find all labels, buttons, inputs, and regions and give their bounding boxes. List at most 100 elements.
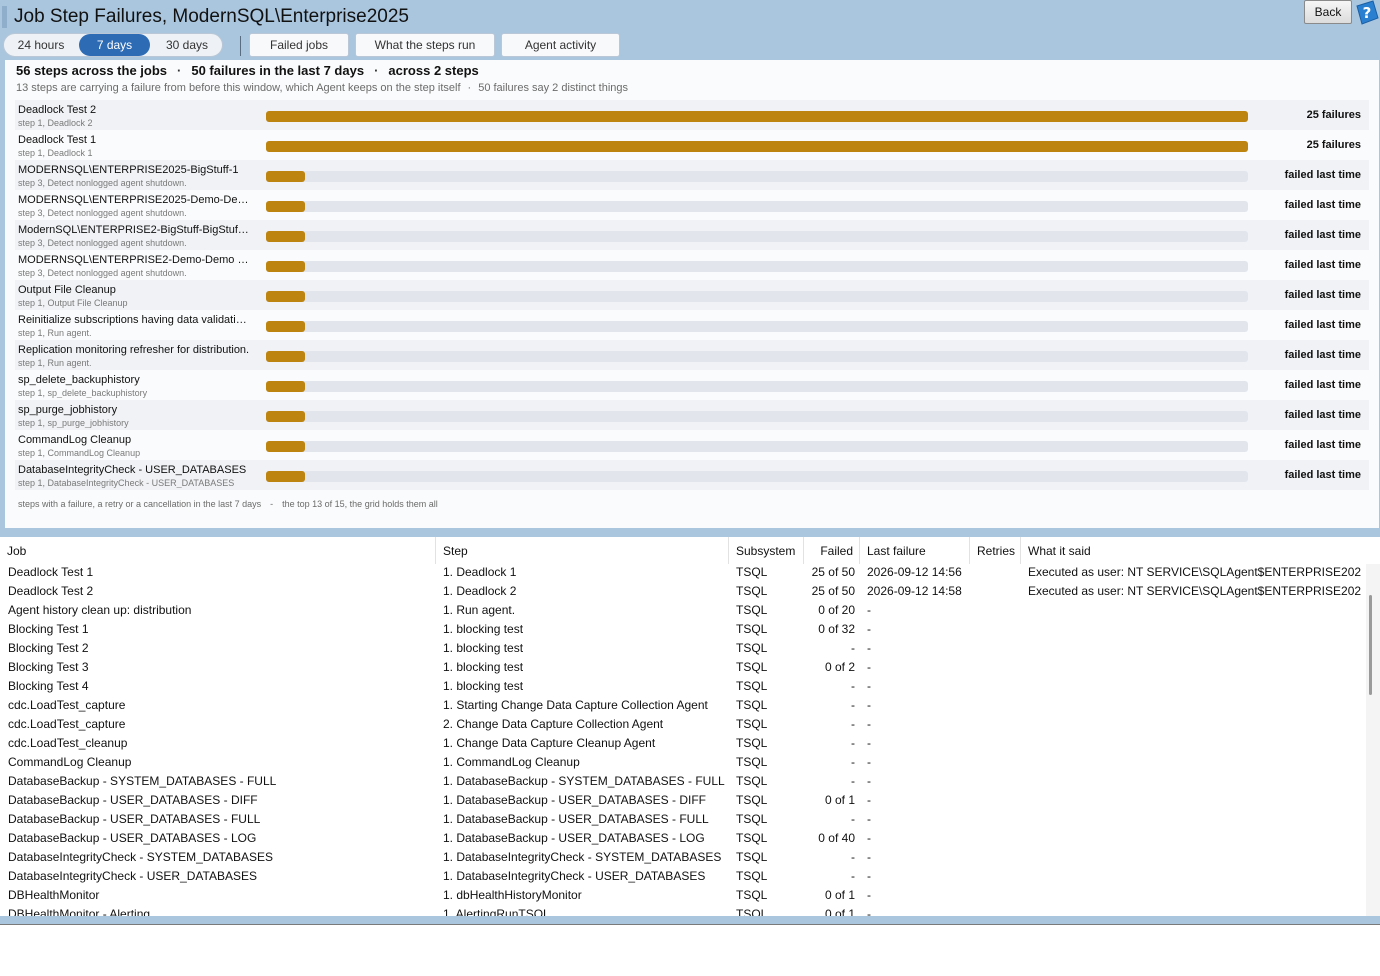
table-row[interactable]: Deadlock Test 2 1. Deadlock 2 TSQL 25 of 50… (0, 582, 1366, 601)
range-selector: 24 hours 7 days 30 days (3, 33, 223, 57)
cell-subsystem: TSQL (736, 888, 768, 902)
cell-subsystem: TSQL (736, 717, 768, 731)
cell-subsystem: TSQL (736, 850, 768, 864)
failure-bar (266, 351, 305, 362)
table-row[interactable]: DBHealthMonitor - Alerting 1. AlertingRun… (0, 905, 1366, 916)
failure-bar-row[interactable]: sp_purge_jobhistory step 1, sp_purge_jobh… (15, 400, 1369, 430)
cell-last-failure: - (867, 603, 871, 617)
column-header-what-it-said[interactable]: What it said (1021, 537, 1366, 564)
failure-bar (266, 111, 1248, 122)
cell-job: cdc.LoadTest_capture (8, 698, 126, 712)
range-tab-7-days[interactable]: 7 days (79, 34, 150, 56)
cell-failed: - (851, 736, 855, 750)
table-row[interactable]: Deadlock Test 1 1. Deadlock 1 TSQL 25 of 50… (0, 563, 1366, 582)
table-row[interactable]: CommandLog Cleanup 1. CommandLog Cleanup T… (0, 753, 1366, 772)
cell-job: Deadlock Test 1 (8, 565, 94, 579)
failure-bar (266, 321, 305, 332)
failure-bar-row[interactable]: ModernSQL\ENTERPRISE2-BigStuff-BigStuff-… (15, 220, 1369, 250)
column-header-subsystem[interactable]: Subsystem (729, 537, 804, 564)
title-accent (2, 6, 7, 28)
cell-step: 1. DatabaseBackup - USER_DATABASES - DIF… (443, 793, 706, 807)
failure-bar-track (266, 441, 1248, 452)
cell-failed: - (851, 679, 855, 693)
failure-bar-track (266, 231, 1248, 242)
cell-job: cdc.LoadTest_capture (8, 717, 126, 731)
cell-step: 1. CommandLog Cleanup (443, 755, 580, 769)
failure-bar-row[interactable]: MODERNSQL\ENTERPRISE2025-BigStuff-1 step … (15, 160, 1369, 190)
table-row[interactable]: DatabaseIntegrityCheck - USER_DATABASES 1… (0, 867, 1366, 886)
bar-row-job-name: ModernSQL\ENTERPRISE2-BigStuff-BigStuff-… (18, 224, 250, 236)
bar-row-status: failed last time (1284, 229, 1361, 241)
cell-step: 1. AlertingRunTSQL (443, 907, 550, 916)
table-row[interactable]: DBHealthMonitor 1. dbHealthHistoryMonitor… (0, 886, 1366, 905)
tab-what-the-steps-run[interactable]: What the steps run (355, 33, 495, 57)
bar-row-step-label: step 3, Detect nonlogged agent shutdown. (18, 268, 187, 278)
failure-bar-row[interactable]: CommandLog Cleanup step 1, CommandLog Cle… (15, 430, 1369, 460)
column-header-retries[interactable]: Retries (970, 537, 1021, 564)
table-row[interactable]: Blocking Test 1 1. blocking test TSQL 0 of … (0, 620, 1366, 639)
table-row[interactable]: Blocking Test 3 1. blocking test TSQL 0 of … (0, 658, 1366, 677)
bar-row-job-name: MODERNSQL\ENTERPRISE2025-Demo-Demo-Merge… (18, 194, 250, 206)
tab-agent-activity[interactable]: Agent activity (501, 33, 620, 57)
table-row[interactable]: DatabaseBackup - SYSTEM_DATABASES - FULL… (0, 772, 1366, 791)
table-row[interactable]: Agent history clean up: distribution 1. R… (0, 601, 1366, 620)
help-question-icon[interactable]: ? (1355, 0, 1379, 26)
failure-bar-row[interactable]: Deadlock Test 1 step 1, Deadlock 1 25 fail… (15, 130, 1369, 160)
range-tab-24-hours[interactable]: 24 hours (6, 34, 76, 56)
table-row[interactable]: DatabaseBackup - USER_DATABASES - FULL 1.… (0, 810, 1366, 829)
range-tab-30-days[interactable]: 30 days (153, 34, 221, 56)
cell-job: DatabaseBackup - USER_DATABASES - LOG (8, 831, 257, 845)
column-header-job[interactable]: Job (0, 537, 436, 564)
column-header-last-failure[interactable]: Last failure (860, 537, 970, 564)
cell-subsystem: TSQL (736, 622, 768, 636)
column-header-step[interactable]: Step (436, 537, 729, 564)
cell-subsystem: TSQL (736, 660, 768, 674)
step-grid: Job Step Subsystem Failed Last failure R… (0, 537, 1380, 916)
bar-row-step-label: step 1, CommandLog Cleanup (18, 448, 141, 458)
table-row[interactable]: cdc.LoadTest_capture 2. Change Data Captu… (0, 715, 1366, 734)
cell-last-failure: - (867, 717, 871, 731)
column-header-failed[interactable]: Failed (804, 537, 860, 564)
cell-subsystem: TSQL (736, 736, 768, 750)
bar-row-job-name: Deadlock Test 2 (18, 104, 97, 116)
tab-failed-jobs[interactable]: Failed jobs (249, 33, 349, 57)
cell-last-failure: 2026-09-12 14:58 (867, 584, 962, 598)
failure-bar-row[interactable]: MODERNSQL\ENTERPRISE2025-Demo-Demo-Merge… (15, 190, 1369, 220)
cell-step: 1. blocking test (443, 622, 524, 636)
summary-carry-note: 13 steps are carrying a failure from bef… (16, 82, 461, 94)
failure-bar-row[interactable]: sp_delete_backuphistory step 1, sp_delete… (15, 370, 1369, 400)
summary-distinct-note: 50 failures say 2 distinct things (478, 82, 629, 94)
cell-last-failure: - (867, 641, 871, 655)
table-row[interactable]: DatabaseIntegrityCheck - SYSTEM_DATABASE… (0, 848, 1366, 867)
table-row[interactable]: DatabaseBackup - USER_DATABASES - DIFF 1.… (0, 791, 1366, 810)
table-row[interactable]: Blocking Test 2 1. blocking test TSQL - - (0, 639, 1366, 658)
failure-bar (266, 381, 305, 392)
cell-subsystem: TSQL (736, 831, 768, 845)
table-row[interactable]: cdc.LoadTest_cleanup 1. Change Data Captu… (0, 734, 1366, 753)
cell-last-failure: - (867, 622, 871, 636)
failure-bar (266, 201, 305, 212)
grid-scrollbar-thumb[interactable] (1369, 595, 1372, 695)
toolbar-divider (240, 36, 241, 56)
cell-failed: 25 of 50 (811, 584, 855, 598)
failure-bar-row[interactable]: Deadlock Test 2 step 1, Deadlock 2 25 fail… (15, 100, 1369, 130)
table-row[interactable]: DatabaseBackup - USER_DATABASES - LOG 1. … (0, 829, 1366, 848)
cell-step: 1. dbHealthHistoryMonitor (443, 888, 582, 902)
table-row[interactable]: Blocking Test 4 1. blocking test TSQL - - (0, 677, 1366, 696)
cell-failed: 0 of 2 (824, 660, 855, 674)
back-button[interactable]: Back (1304, 0, 1352, 24)
window-bottom-border (0, 924, 1380, 925)
table-row[interactable]: cdc.LoadTest_capture 1. Starting Change D… (0, 696, 1366, 715)
failure-bar-row[interactable]: Reinitialize subscriptions having data v… (15, 310, 1369, 340)
failure-bar-row[interactable]: Output File Cleanup step 1, Output File C… (15, 280, 1369, 310)
cell-job: DatabaseIntegrityCheck - SYSTEM_DATABASE… (8, 850, 273, 864)
failure-bar-row[interactable]: Replication monitoring refresher for dis… (15, 340, 1369, 370)
cell-failed: 0 of 32 (818, 622, 855, 636)
failure-bar-row[interactable]: MODERNSQL\ENTERPRISE2-Demo-Demo Merge Pu… (15, 250, 1369, 280)
bar-row-job-name: sp_delete_backuphistory (18, 374, 140, 386)
cell-subsystem: TSQL (736, 565, 768, 579)
failure-bar-row[interactable]: DatabaseIntegrityCheck - USER_DATABASES s… (15, 460, 1369, 490)
cell-last-failure: - (867, 774, 871, 788)
bar-row-job-name: MODERNSQL\ENTERPRISE2-Demo-Demo Merge Pu… (18, 254, 250, 266)
cell-failed: 25 of 50 (811, 565, 855, 579)
